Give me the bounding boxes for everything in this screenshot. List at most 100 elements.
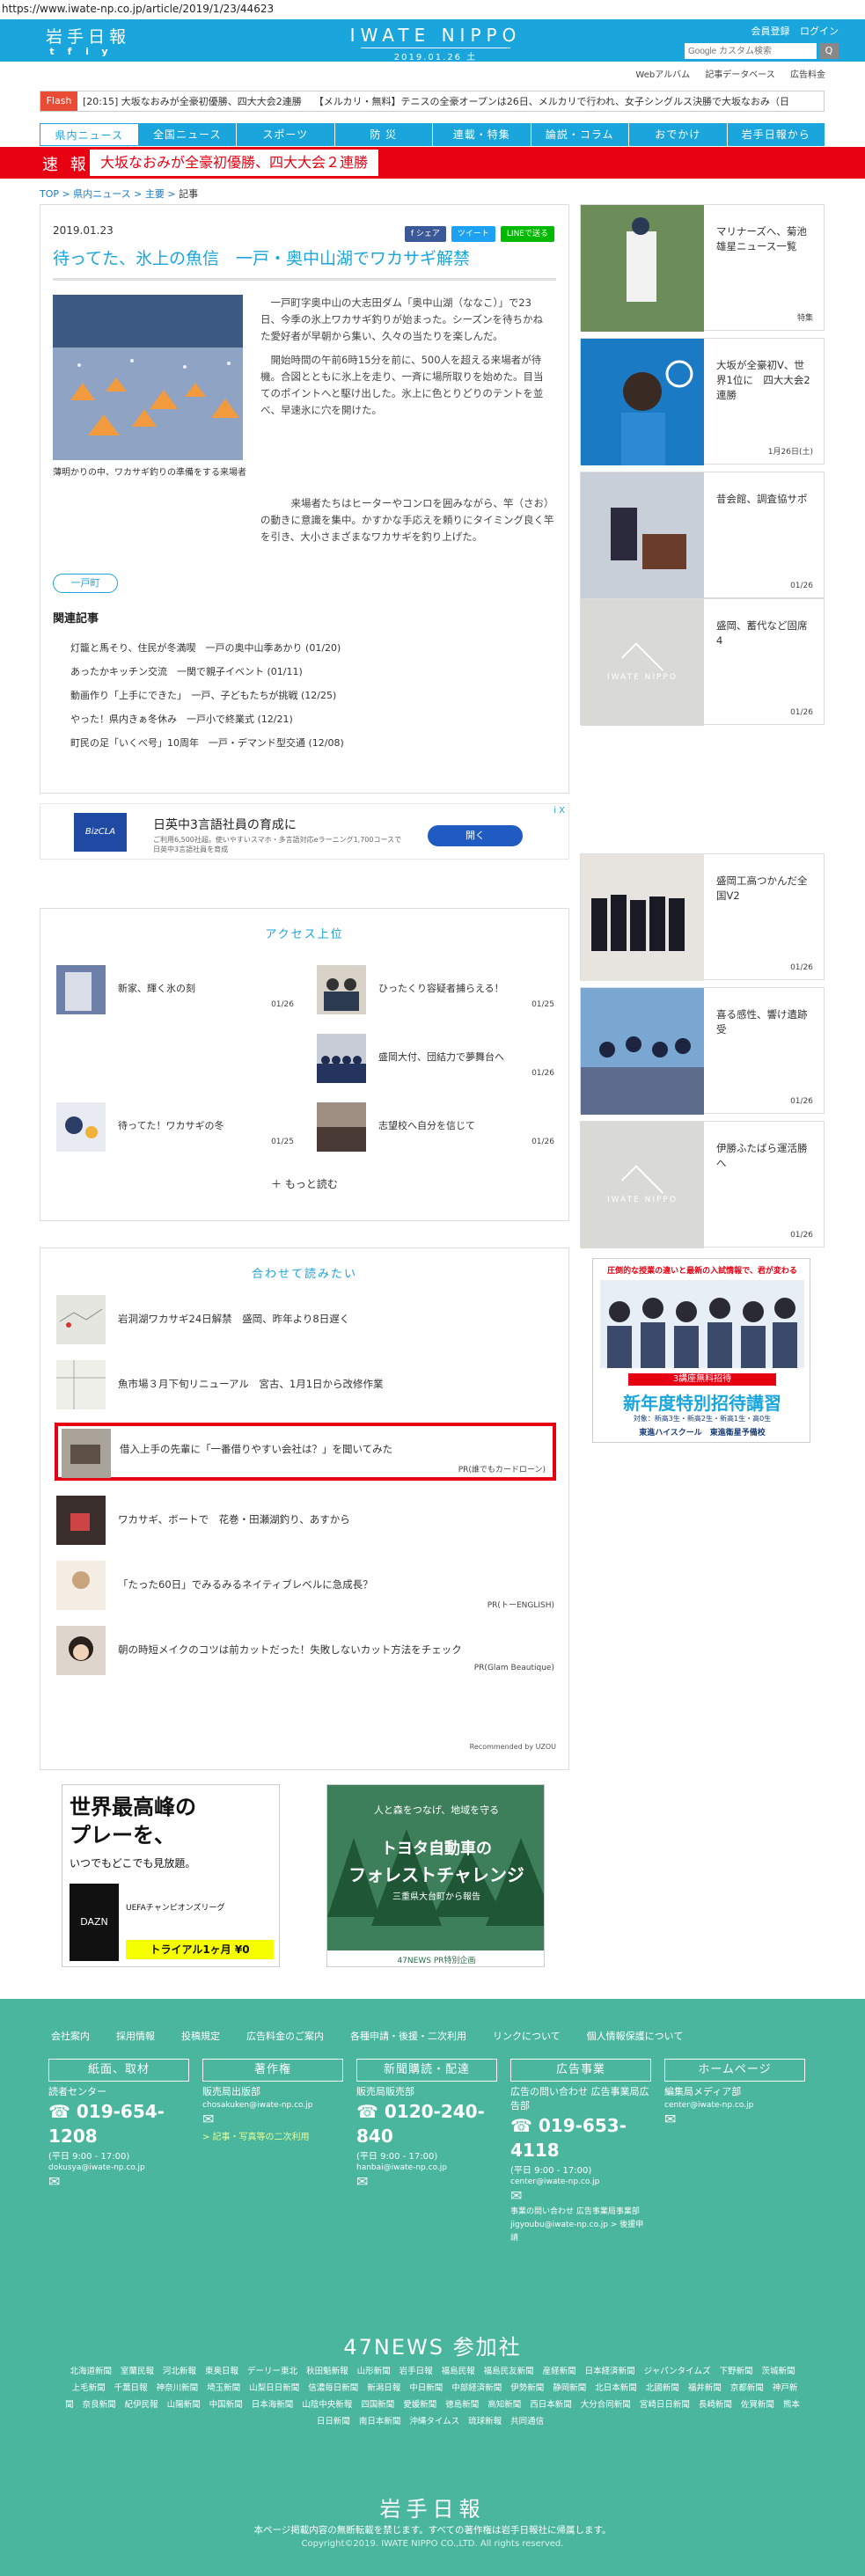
read-more-button[interactable]: ＋ もっと読む	[40, 1176, 568, 1191]
paper-link[interactable]: 産経新聞	[543, 2367, 576, 2376]
paper-link[interactable]: 東奥日報	[205, 2367, 238, 2376]
url-bar[interactable]: https://www.iwate-np.co.jp/article/2019/…	[0, 0, 865, 19]
recommend-item[interactable]: 朝の時短メイクのコツは前カットだった！失敗しないカット方法をチェック PR(Gl…	[56, 1623, 554, 1678]
mail-icon[interactable]: ✉	[664, 2110, 805, 2129]
side-item[interactable]: マリナーズへ、菊池雄星ニュース一覧 特集	[580, 204, 825, 332]
footer-col-heading[interactable]: 著作権	[202, 2059, 343, 2082]
paper-link[interactable]: 新潟日報	[367, 2383, 400, 2393]
paper-link[interactable]: 北海道新聞	[70, 2367, 112, 2376]
side-item[interactable]: 盛岡工高つかんだ全国V2 01/26	[580, 853, 825, 981]
mail-icon[interactable]: ✉	[356, 2172, 497, 2192]
related-link[interactable]: 灯籠と馬そり、住民が冬満喫 一戸の奥中山季あかり (01/20)	[53, 636, 554, 660]
footer-link[interactable]: 会社案内	[51, 2029, 90, 2043]
footer-link[interactable]: リンクについて	[493, 2029, 561, 2043]
recommend-item[interactable]: 魚市場３月下旬リニューアル 宮古、1月1日から改修作業	[56, 1358, 554, 1412]
nav-disaster[interactable]: 防 災	[335, 123, 433, 146]
nav-editorial[interactable]: 論説・コラム	[531, 123, 629, 146]
brand-name[interactable]: IWATE NIPPO	[348, 25, 524, 46]
secondary-use-link[interactable]: > 記事・写真等の二次利用	[202, 2129, 343, 2142]
paper-link[interactable]: 徳島新聞	[445, 2400, 479, 2410]
footer-mail[interactable]: center@iwate-np.co.jp	[510, 2177, 651, 2186]
footer-link[interactable]: 投稿規定	[181, 2029, 220, 2043]
mail-icon[interactable]: ✉	[202, 2110, 343, 2129]
youtube-icon[interactable]: y	[99, 46, 111, 58]
twitter-icon[interactable]: t	[46, 46, 58, 58]
paper-link[interactable]: 高知新聞	[487, 2400, 521, 2410]
paper-link[interactable]: 中日新聞	[409, 2383, 443, 2393]
tag-ichinohe[interactable]: 一戸町	[53, 574, 118, 593]
paper-link[interactable]: 共同通信	[510, 2417, 544, 2426]
side-item[interactable]: IWATE NIPPO 盛岡、蓄代など固席4 01/26	[580, 598, 825, 726]
ranking-item[interactable]: ひったくり容疑者捕らえる！ 01/25	[317, 965, 554, 1014]
paper-link[interactable]: 上毛新聞	[72, 2383, 106, 2393]
footer-col-heading[interactable]: ホームページ	[664, 2059, 805, 2082]
paper-link[interactable]: 福井新聞	[688, 2383, 722, 2393]
paper-link[interactable]: 京都新聞	[730, 2383, 764, 2393]
recommend-item-pr[interactable]: 借入上手の先輩に「一番借りやすい会社は？」を聞いてみた PR(誰でもカードローン…	[55, 1423, 556, 1481]
flash-item[interactable]: 【メルカリ・無料】テニスの全豪オープンは26日、メルカリで行われ、女子シングルス…	[314, 94, 789, 108]
paper-link[interactable]: 紀伊民報	[125, 2400, 158, 2410]
related-link[interactable]: 町民の足「いくべ号」10周年 一戸・デマンド型交通 (12/08)	[53, 731, 554, 755]
paper-link[interactable]: 信濃毎日新聞	[308, 2383, 358, 2393]
paper-link[interactable]: 北國新聞	[646, 2383, 679, 2393]
facebook-icon[interactable]: f	[63, 46, 76, 58]
article-photo[interactable]	[53, 295, 243, 460]
subnav-webalbum[interactable]: Webアルバム	[635, 70, 690, 80]
ad-open-button[interactable]: 開く	[428, 825, 523, 846]
search-input[interactable]	[685, 43, 817, 59]
footer-mail[interactable]: chosakuken@iwate-np.co.jp	[202, 2101, 343, 2110]
paper-link[interactable]: 岩手日報	[400, 2367, 433, 2376]
paper-link[interactable]: 大分合同新聞	[581, 2400, 631, 2410]
paper-link[interactable]: 佐賀新聞	[741, 2400, 774, 2410]
facebook-share-button[interactable]: f シェア	[404, 226, 446, 242]
paper-link[interactable]: 静岡新聞	[553, 2383, 586, 2393]
paper-link[interactable]: 日本経済新聞	[585, 2367, 635, 2376]
ranking-item[interactable]: 志望校へ自分を信じて 01/26	[317, 1102, 554, 1152]
paper-link[interactable]: 茨城新聞	[762, 2367, 795, 2376]
footer-link[interactable]: 採用情報	[116, 2029, 155, 2043]
paper-link[interactable]: 北日本新聞	[595, 2383, 637, 2393]
dazn-trial-button[interactable]: トライアル1ヶ月 ¥0	[126, 1940, 274, 1959]
toshin-ad[interactable]: 圧倒的な授業の違いと最新の入試情報で、君が変わる 3講座無料招待 新年度特別招待…	[592, 1258, 810, 1443]
nav-national[interactable]: 全国ニュース	[139, 123, 237, 146]
paper-link[interactable]: 西日本新聞	[530, 2400, 572, 2410]
event-inquiry[interactable]: 事業の問い合わせ 広告事業局事業部 jigyoubu@iwate-np.co.j…	[510, 2206, 651, 2245]
register-link[interactable]: 会員登録	[751, 26, 790, 37]
footer-link[interactable]: 各種申請・後援・二次利用	[350, 2029, 466, 2043]
paper-link[interactable]: 愛媛新聞	[403, 2400, 436, 2410]
footer-mail[interactable]: dokusya@iwate-np.co.jp	[48, 2163, 189, 2172]
flash-item[interactable]: [20:15] 大坂なおみが全豪初優勝、四大大会2連勝	[83, 94, 302, 108]
instagram-icon[interactable]: i	[81, 46, 93, 58]
paper-link[interactable]: 山陽新聞	[167, 2400, 201, 2410]
side-item[interactable]: 喜る感性、響け遺跡受 01/26	[580, 987, 825, 1115]
recommend-item[interactable]: 「たった60日」でみるみるネイティブレベルに急成長？ PR(トーENGLISH)	[56, 1558, 554, 1613]
footer-link[interactable]: 個人情報保護について	[587, 2029, 684, 2043]
crumb-prefecture[interactable]: 県内ニュース	[73, 188, 130, 200]
paper-link[interactable]: 宮崎日日新聞	[640, 2400, 690, 2410]
search-icon[interactable]: Q	[819, 43, 839, 59]
footer-col-heading[interactable]: 新聞購読・配達	[356, 2059, 497, 2082]
line-share-button[interactable]: LINEで送る	[500, 226, 554, 242]
ranking-item[interactable]: 盛岡大付、団結力で夢舞台へ 01/26	[317, 1034, 554, 1083]
side-item[interactable]: IWATE NIPPO 伊勝ふたばら運活勝へ 01/26	[580, 1121, 825, 1248]
paper-link[interactable]: デーリー東北	[247, 2367, 297, 2376]
footer-link[interactable]: 広告料金のご案内	[246, 2029, 324, 2043]
related-link[interactable]: 動画作り「上手にできた」 一戸、子どもたちが挑戦 (12/25)	[53, 684, 554, 707]
dazn-ad[interactable]: 世界最高峰の プレーを、 いつでもどこでも見放題。 DAZN UEFAチャンピオ…	[62, 1784, 280, 1967]
footer-col-heading[interactable]: 紙面、取材	[48, 2059, 189, 2082]
mail-icon[interactable]: ✉	[510, 2186, 651, 2206]
recommend-item[interactable]: ワカサギ、ボートで 花巻・田瀬湖釣り、あすから	[56, 1493, 554, 1548]
crumb-top[interactable]: TOP	[40, 188, 59, 200]
paper-link[interactable]: 河北新報	[163, 2367, 196, 2376]
footer-logo[interactable]: 岩手日報	[0, 2492, 865, 2522]
breaking-headline[interactable]: 大坂なおみが全豪初優勝、四大大会２連勝	[90, 150, 379, 176]
site-logo[interactable]: 岩手日報	[46, 24, 130, 48]
ad-banner[interactable]: BizCLA 日英中3言語社員の育成に ご利用6,500社超。使いやすいスマホ・…	[40, 803, 569, 860]
paper-link[interactable]: 四国新聞	[361, 2400, 394, 2410]
login-link[interactable]: ログイン	[800, 26, 839, 37]
tweet-button[interactable]: ツイート	[451, 226, 495, 242]
crumb-main[interactable]: 主要	[145, 188, 165, 200]
ad-close-icon[interactable]: i X	[553, 806, 565, 816]
nav-outing[interactable]: おでかけ	[629, 123, 728, 146]
paper-link[interactable]: 福島民報	[442, 2367, 475, 2376]
